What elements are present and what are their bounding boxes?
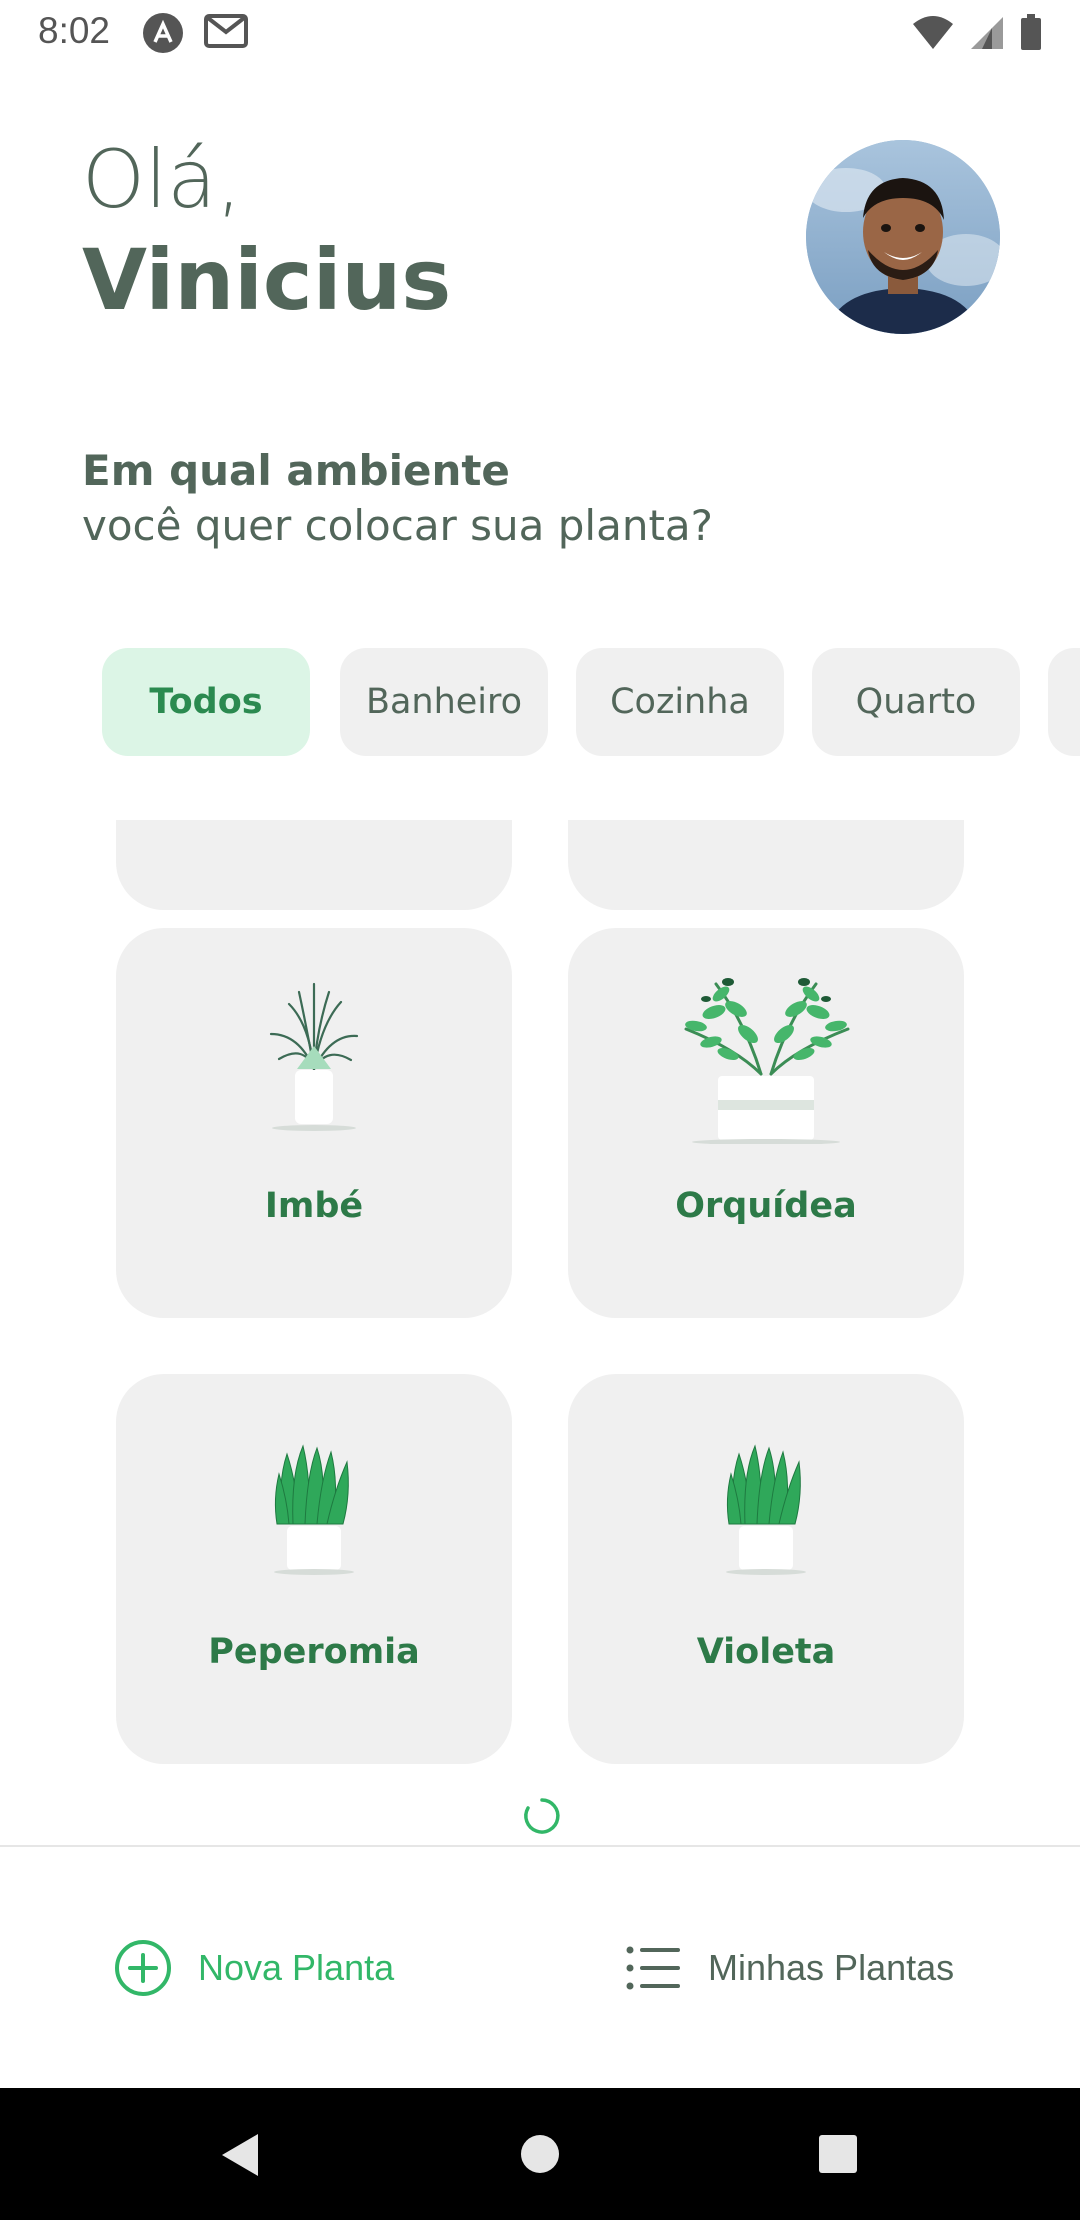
system-navigation-bar xyxy=(0,2088,1080,2220)
plant-name: Violeta xyxy=(696,1632,836,1672)
gmail-icon xyxy=(204,14,248,48)
orquidea-plant-icon xyxy=(684,978,850,1144)
status-bar: 8:02 xyxy=(0,0,1080,64)
chip-more[interactable] xyxy=(1048,648,1080,756)
peperomia-plant-icon xyxy=(274,1444,354,1575)
greeting-hello: Olá, xyxy=(82,133,242,226)
battery-icon xyxy=(1021,14,1041,50)
nav-new-plant[interactable]: Nova Planta xyxy=(114,1847,394,2089)
home-icon[interactable] xyxy=(520,2134,560,2174)
greeting: Olá, Vinicius xyxy=(82,130,451,330)
app-notification-icon xyxy=(143,13,183,53)
plant-name: Orquídea xyxy=(675,1186,857,1226)
cell-signal-icon xyxy=(971,17,1003,49)
list-icon xyxy=(626,1946,680,1990)
bottom-navigation: Nova Planta Minhas Plantas xyxy=(0,1845,1080,2089)
chip-quarto[interactable]: Quarto xyxy=(812,648,1020,756)
environment-filter-list[interactable]: Todos Banheiro Cozinha Quarto xyxy=(102,648,1080,756)
violeta-plant-icon xyxy=(726,1444,806,1575)
question-subtitle: você quer colocar sua planta? xyxy=(82,501,713,550)
wifi-icon xyxy=(913,16,953,49)
recents-icon[interactable] xyxy=(818,2134,858,2174)
plant-card-violeta[interactable]: Violeta xyxy=(568,1374,964,1764)
chip-cozinha[interactable]: Cozinha xyxy=(576,648,784,756)
loading-spinner xyxy=(524,1798,560,1834)
nav-my-plants[interactable]: Minhas Plantas xyxy=(626,1847,954,2089)
plant-card-peperomia[interactable]: Peperomia xyxy=(116,1374,512,1764)
environment-question: Em qual ambiente você quer colocar sua p… xyxy=(82,444,713,554)
chip-banheiro[interactable]: Banheiro xyxy=(340,648,548,756)
plant-grid[interactable]: Imbé Orquídea Peperomia Violeta xyxy=(0,820,1080,1845)
user-avatar[interactable] xyxy=(806,140,1000,334)
user-name: Vinicius xyxy=(82,231,452,329)
nav-new-plant-label: Nova Planta xyxy=(198,1947,395,1988)
plant-card-partial[interactable] xyxy=(568,820,964,910)
question-title: Em qual ambiente xyxy=(82,446,510,495)
plant-name: Imbé xyxy=(264,1186,364,1226)
status-time: 8:02 xyxy=(38,10,111,51)
chip-todos[interactable]: Todos xyxy=(102,648,310,756)
plant-card-imbe[interactable]: Imbé xyxy=(116,928,512,1318)
plant-card-orquidea[interactable]: Orquídea xyxy=(568,928,964,1318)
plant-card-partial[interactable] xyxy=(116,820,512,910)
plant-name: Peperomia xyxy=(208,1632,420,1672)
nav-my-plants-label: Minhas Plantas xyxy=(708,1947,955,1988)
back-icon[interactable] xyxy=(218,2132,262,2178)
imbe-plant-icon xyxy=(269,982,359,1131)
add-circle-icon xyxy=(115,1940,171,1996)
